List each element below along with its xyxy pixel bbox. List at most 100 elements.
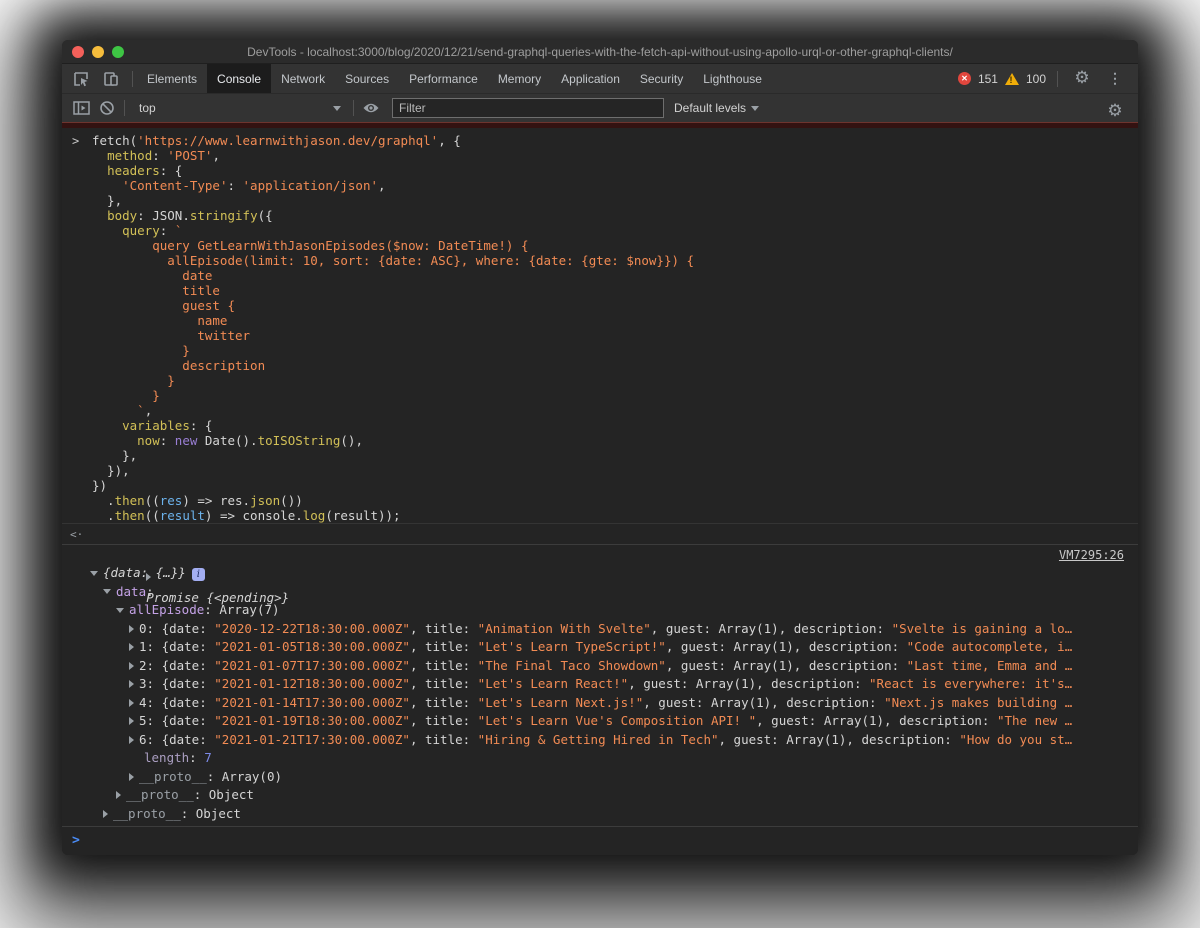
- code-token: [92, 418, 122, 433]
- device-toolbar-icon[interactable]: [98, 67, 124, 91]
- code-token: :: [160, 433, 175, 448]
- tree-row[interactable]: {data: {…}}i: [62, 564, 1138, 583]
- tree-row[interactable]: __proto__: Array(0): [62, 768, 1138, 787]
- code-token: res: [160, 493, 183, 508]
- tree-row[interactable]: 1: {date: "2021-01-05T18:30:00.000Z", ti…: [62, 638, 1138, 657]
- triangle-collapsed-icon[interactable]: [129, 643, 134, 651]
- window-titlebar: DevTools - localhost:3000/blog/2020/12/2…: [62, 40, 1138, 64]
- code-token: "Let's Learn TypeScript!": [478, 639, 666, 654]
- tab-network[interactable]: Network: [271, 64, 335, 93]
- triangle-collapsed-icon[interactable]: [129, 662, 134, 670]
- evaluated-value-info-badge[interactable]: i: [192, 568, 205, 581]
- warning-count[interactable]: 100: [1026, 72, 1046, 86]
- tab-memory[interactable]: Memory: [488, 64, 551, 93]
- code-token: [92, 178, 122, 193]
- clear-console-icon[interactable]: [94, 96, 120, 120]
- code-line: name: [92, 313, 1138, 328]
- code-token: stringify: [190, 208, 258, 223]
- triangle-collapsed-icon[interactable]: [146, 573, 151, 581]
- code-token: ,: [212, 148, 220, 163]
- code-token: , {: [438, 133, 461, 148]
- tabbar-right-cluster: 151 100 ⚙ ⋮: [958, 64, 1138, 93]
- close-window-button[interactable]: [72, 46, 84, 58]
- code-token: , title:: [410, 713, 478, 728]
- code-token: },: [92, 448, 137, 463]
- triangle-collapsed-icon[interactable]: [129, 736, 134, 744]
- code-token: guest {: [92, 298, 235, 313]
- tab-application[interactable]: Application: [551, 64, 630, 93]
- triangle-collapsed-icon[interactable]: [129, 680, 134, 688]
- tree-row[interactable]: 2: {date: "2021-01-07T17:30:00.000Z", ti…: [62, 657, 1138, 676]
- more-options-icon[interactable]: ⋮: [1102, 67, 1128, 91]
- tree-row[interactable]: 5: {date: "2021-01-19T18:30:00.000Z", ti…: [62, 712, 1138, 731]
- tree-row[interactable]: 4: {date: "2021-01-14T17:30:00.000Z", ti…: [62, 694, 1138, 713]
- console-settings-gear-icon[interactable]: ⚙: [1102, 99, 1128, 123]
- context-label: top: [139, 101, 156, 115]
- filter-input[interactable]: [392, 98, 664, 118]
- tab-security[interactable]: Security: [630, 64, 693, 93]
- source-link-row: VM7295:26: [62, 545, 1138, 564]
- code-token: ,: [378, 178, 386, 193]
- triangle-collapsed-icon[interactable]: [103, 810, 108, 818]
- triangle-collapsed-icon[interactable]: [129, 717, 134, 725]
- code-token: result: [160, 508, 205, 523]
- triangle-collapsed-icon[interactable]: [129, 699, 134, 707]
- code-token: "2021-01-12T18:30:00.000Z": [214, 676, 410, 691]
- tree-row[interactable]: 0: {date: "2020-12-22T18:30:00.000Z", ti…: [62, 620, 1138, 639]
- code-token: 'POST': [167, 148, 212, 163]
- triangle-collapsed-icon[interactable]: [129, 773, 134, 781]
- inspect-element-icon[interactable]: [68, 67, 94, 91]
- code-token: then: [115, 493, 145, 508]
- settings-gear-icon[interactable]: ⚙: [1069, 67, 1095, 91]
- tab-performance[interactable]: Performance: [399, 64, 488, 93]
- code-token: 2: {date:: [139, 658, 214, 673]
- code-token: , title:: [410, 658, 478, 673]
- code-token: , guest: Array(1), description:: [666, 658, 907, 673]
- zoom-window-button[interactable]: [112, 46, 124, 58]
- code-token: .: [92, 508, 115, 523]
- console-sidebar-icon[interactable]: [68, 96, 94, 120]
- error-count-icon[interactable]: [958, 72, 971, 85]
- code-line: variables: {: [92, 418, 1138, 433]
- code-token: , guest: Array(1), description:: [666, 639, 907, 654]
- code-line: twitter: [92, 328, 1138, 343]
- code-token: "React is everywhere: it's…: [869, 676, 1072, 691]
- tree-row[interactable]: 3: {date: "2021-01-12T18:30:00.000Z", ti…: [62, 675, 1138, 694]
- code-token: [92, 148, 107, 163]
- error-count[interactable]: 151: [978, 72, 998, 86]
- tab-console[interactable]: Console: [207, 64, 271, 93]
- code-token: __proto__: [139, 769, 207, 784]
- code-token: : {: [160, 163, 183, 178]
- tab-sources[interactable]: Sources: [335, 64, 399, 93]
- code-token: "Svelte is gaining a lo…: [892, 621, 1073, 636]
- code-line: date: [92, 268, 1138, 283]
- live-expression-eye-icon[interactable]: [358, 96, 384, 120]
- console-messages-area[interactable]: > fetch('https://www.learnwithjason.dev/…: [62, 128, 1138, 855]
- code-token: "2021-01-21T17:30:00.000Z": [214, 732, 410, 747]
- tab-lighthouse[interactable]: Lighthouse: [693, 64, 772, 93]
- triangle-collapsed-icon[interactable]: [116, 791, 121, 799]
- console-input-code: fetch('https://www.learnwithjason.dev/gr…: [92, 133, 1138, 523]
- code-line: 'Content-Type': 'application/json',: [92, 178, 1138, 193]
- code-token: "2021-01-19T18:30:00.000Z": [214, 713, 410, 728]
- tree-row[interactable]: __proto__: Object: [62, 805, 1138, 824]
- code-token: "Let's Learn Next.js!": [478, 695, 644, 710]
- code-token: , title:: [410, 732, 478, 747]
- code-token: [92, 163, 107, 178]
- code-token: date: [92, 268, 212, 283]
- code-token: : Object: [181, 806, 241, 821]
- tab-elements[interactable]: Elements: [137, 64, 207, 93]
- source-link[interactable]: VM7295:26: [1059, 548, 1124, 562]
- warning-count-icon[interactable]: [1005, 73, 1019, 85]
- console-prompt-row[interactable]: >: [62, 827, 1138, 853]
- code-line: }): [92, 478, 1138, 493]
- tree-row[interactable]: 6: {date: "2021-01-21T17:30:00.000Z", ti…: [62, 731, 1138, 750]
- tree-row[interactable]: __proto__: Object: [62, 786, 1138, 805]
- log-levels-selector[interactable]: Default levels: [674, 101, 759, 115]
- code-token: ()): [280, 493, 303, 508]
- execution-context-selector[interactable]: top: [129, 97, 349, 119]
- code-token: "How do you st…: [959, 732, 1072, 747]
- code-line: }: [92, 388, 1138, 403]
- minimize-window-button[interactable]: [92, 46, 104, 58]
- devtools-tabbar: ElementsConsoleNetworkSourcesPerformance…: [62, 64, 1138, 94]
